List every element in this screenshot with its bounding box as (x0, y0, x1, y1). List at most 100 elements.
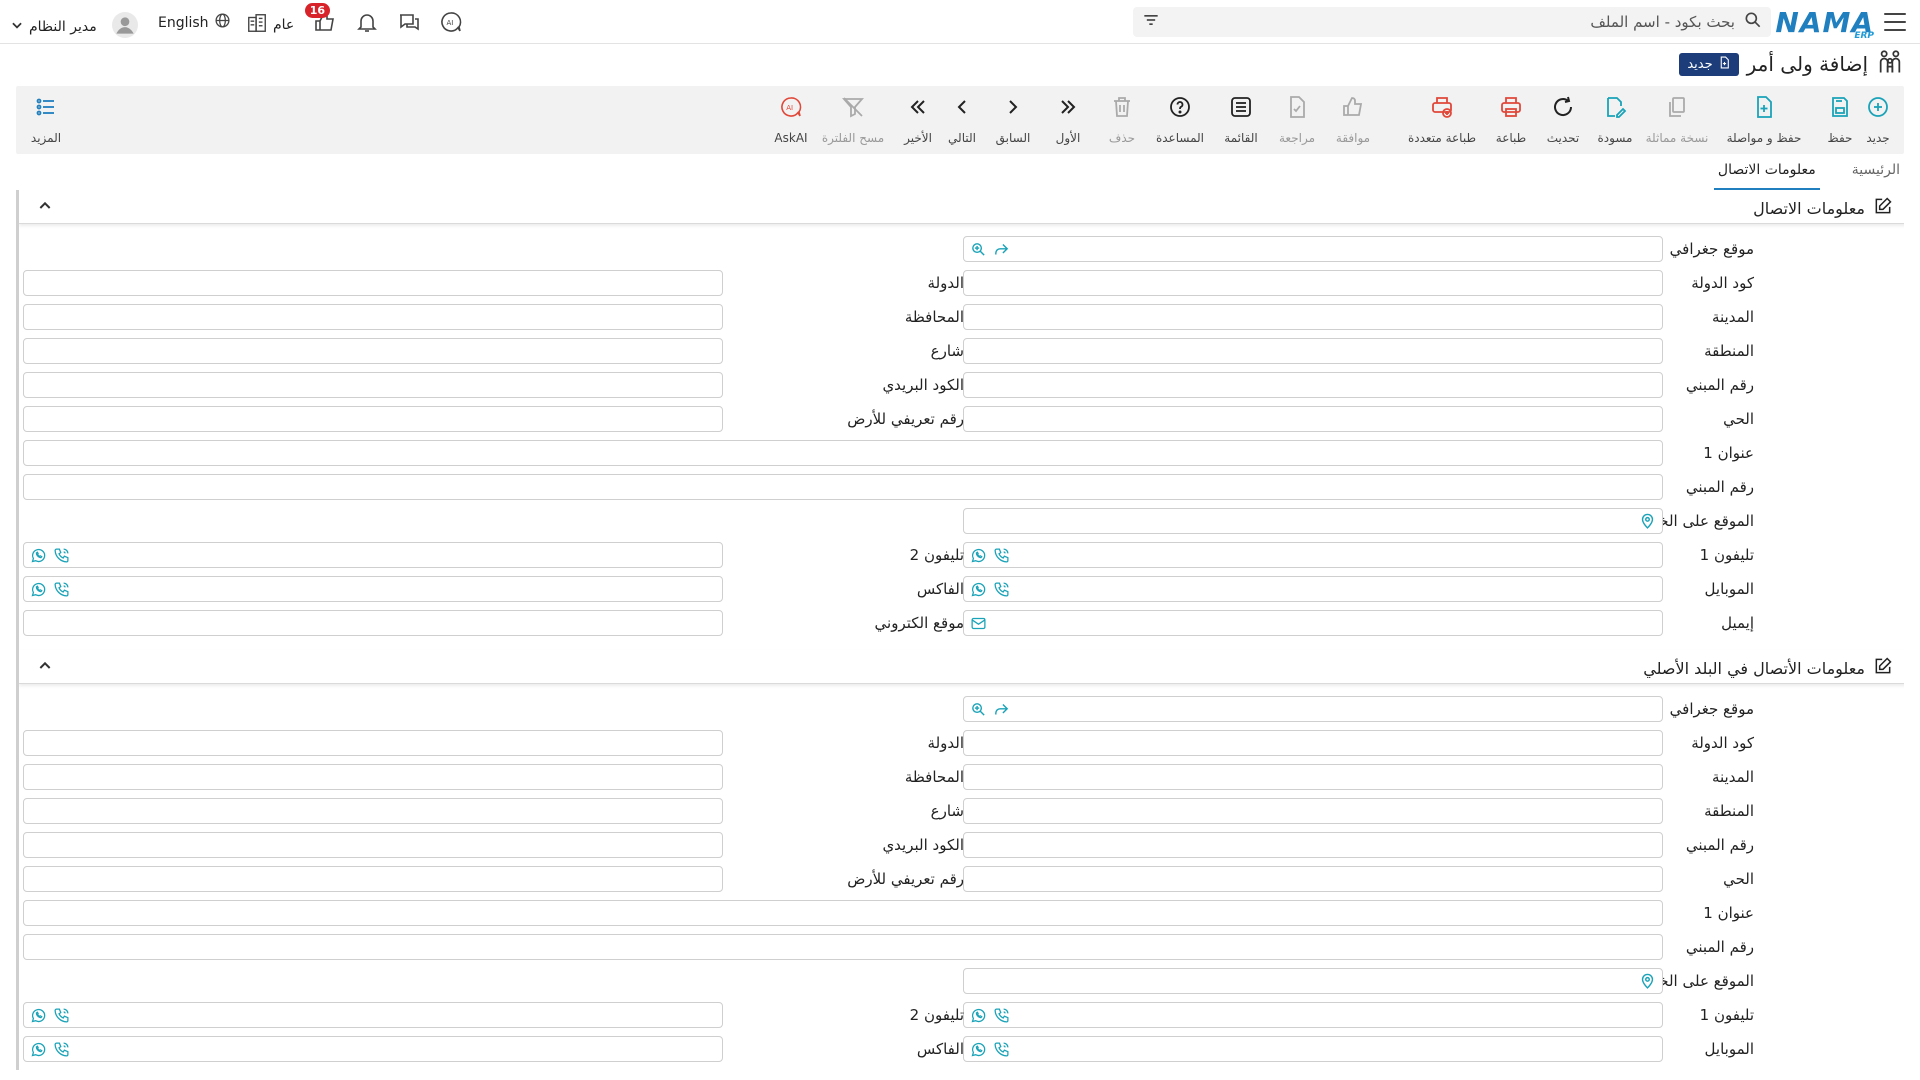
previous-record-button[interactable]: السابق (988, 95, 1038, 145)
section2-postal-code-field[interactable] (23, 832, 723, 858)
geo-search-icon[interactable] (970, 701, 987, 718)
whatsapp-icon[interactable] (30, 1007, 47, 1024)
new-button[interactable]: جديد (1858, 95, 1898, 145)
search-bar[interactable] (1133, 7, 1771, 37)
company-selector[interactable]: عام (246, 12, 294, 38)
collapse-chevron-icon[interactable] (37, 198, 53, 218)
print-button[interactable]: طباعة (1488, 95, 1534, 145)
section2-region-field[interactable] (963, 798, 1663, 824)
section2-street-field[interactable] (23, 798, 723, 824)
email-icon[interactable] (970, 615, 987, 632)
section2-map-location-field[interactable] (963, 968, 1663, 994)
section2-city-field[interactable] (963, 764, 1663, 790)
section1-website-field[interactable] (23, 610, 723, 636)
clear-filter-button[interactable]: مسح الفلترة (818, 95, 888, 145)
last-record-button[interactable]: الأخير (898, 95, 938, 145)
section1-country-field[interactable] (23, 270, 723, 296)
section2-district-field[interactable] (963, 866, 1663, 892)
save-continue-button[interactable]: حفظ و مواصلة (1724, 95, 1804, 145)
share-icon[interactable] (993, 701, 1010, 718)
section2-header[interactable]: معلومات الأتصال في البلد الأصلي (19, 650, 1904, 684)
search-icon[interactable] (1743, 10, 1763, 34)
section2-land-id-field[interactable] (23, 866, 723, 892)
section2-fax-field[interactable] (23, 1036, 723, 1062)
section2-mobile-field[interactable] (963, 1036, 1663, 1062)
section1-land-id-field[interactable] (23, 406, 723, 432)
phone-call-icon[interactable] (993, 581, 1010, 598)
section2-phone2-field[interactable] (23, 1002, 723, 1028)
section1-map-location-field[interactable] (963, 508, 1663, 534)
section2-geo-field[interactable] (963, 696, 1663, 722)
phone-call-icon[interactable] (53, 1007, 70, 1024)
phone-call-icon[interactable] (993, 1007, 1010, 1024)
section1-header[interactable]: معلومات الاتصال (19, 190, 1904, 224)
section1-postal-code-field[interactable] (23, 372, 723, 398)
filter-icon[interactable] (1141, 10, 1161, 34)
approve-button[interactable]: موافقة (1330, 95, 1376, 145)
chat-icon[interactable] (396, 9, 422, 35)
ai-assistant-icon[interactable]: AI (438, 9, 464, 35)
section1-province-field[interactable] (23, 304, 723, 330)
whatsapp-icon[interactable] (970, 1041, 987, 1058)
tab-contact-info[interactable]: معلومات الاتصال (1713, 160, 1820, 190)
share-icon[interactable] (993, 241, 1010, 258)
section1-mobile-field[interactable] (963, 576, 1663, 602)
refresh-button[interactable]: تحديث (1540, 95, 1586, 145)
phone-call-icon[interactable] (993, 1041, 1010, 1058)
section2-phone1-field[interactable] (963, 1002, 1663, 1028)
multi-print-button[interactable]: طباعة متعددة (1402, 95, 1482, 145)
section1-phone2-field[interactable] (23, 542, 723, 568)
review-button[interactable]: مراجعة (1274, 95, 1320, 145)
section1-email-field[interactable] (963, 610, 1663, 636)
delete-button[interactable]: حذف (1102, 95, 1142, 145)
first-record-button[interactable]: الأول (1048, 95, 1088, 145)
section1-address1-field[interactable] (23, 440, 1663, 466)
section2-address1-field[interactable] (23, 900, 1663, 926)
search-input[interactable] (1161, 9, 1743, 35)
draft-button[interactable]: مسودة (1590, 95, 1640, 145)
map-pin-icon[interactable] (1639, 973, 1656, 990)
app-logo[interactable]: NAMA ERP (1775, 5, 1874, 42)
whatsapp-icon[interactable] (30, 547, 47, 564)
section2-building-no-field[interactable] (963, 832, 1663, 858)
notifications-bell-icon[interactable] (354, 9, 380, 35)
section1-country-code-field[interactable] (963, 270, 1663, 296)
geo-search-icon[interactable] (970, 241, 987, 258)
section1-building-no-field[interactable] (963, 372, 1663, 398)
next-record-button[interactable]: التالي (942, 95, 982, 145)
section2-building-no2-field[interactable] (23, 934, 1663, 960)
section1-region-field[interactable] (963, 338, 1663, 364)
phone-call-icon[interactable] (993, 547, 1010, 564)
language-switch[interactable]: English (158, 12, 231, 33)
list-button[interactable]: القائمة (1218, 95, 1264, 145)
section2-country-code-field[interactable] (963, 730, 1663, 756)
section1-fax-field[interactable] (23, 576, 723, 602)
user-menu[interactable]: مدير النظام (10, 12, 138, 42)
section1-phone1-field[interactable] (963, 542, 1663, 568)
tab-main[interactable]: الرئيسية (1848, 160, 1904, 190)
phone-call-icon[interactable] (53, 1041, 70, 1058)
more-button[interactable]: المزيد (26, 95, 66, 145)
whatsapp-icon[interactable] (30, 581, 47, 598)
whatsapp-icon[interactable] (970, 1007, 987, 1024)
section1-street-field[interactable] (23, 338, 723, 364)
section2-province-field[interactable] (23, 764, 723, 790)
help-button[interactable]: المساعدة (1150, 95, 1210, 145)
menu-hamburger-icon[interactable] (1882, 10, 1908, 34)
whatsapp-icon[interactable] (970, 581, 987, 598)
phone-call-icon[interactable] (53, 581, 70, 598)
section2-country-field[interactable] (23, 730, 723, 756)
duplicate-button[interactable]: نسخة مماثلة (1642, 95, 1712, 145)
section1-city-field[interactable] (963, 304, 1663, 330)
phone-call-icon[interactable] (53, 547, 70, 564)
approvals-icon[interactable]: 16 (304, 3, 338, 35)
save-button[interactable]: حفظ (1820, 95, 1860, 145)
askai-button[interactable]: AI AskAI (768, 95, 814, 145)
collapse-chevron-icon[interactable] (37, 658, 53, 678)
section1-district-field[interactable] (963, 406, 1663, 432)
section1-geo-field[interactable] (963, 236, 1663, 262)
whatsapp-icon[interactable] (970, 547, 987, 564)
whatsapp-icon[interactable] (30, 1041, 47, 1058)
section1-building-no2-field[interactable] (23, 474, 1663, 500)
map-pin-icon[interactable] (1639, 513, 1656, 530)
